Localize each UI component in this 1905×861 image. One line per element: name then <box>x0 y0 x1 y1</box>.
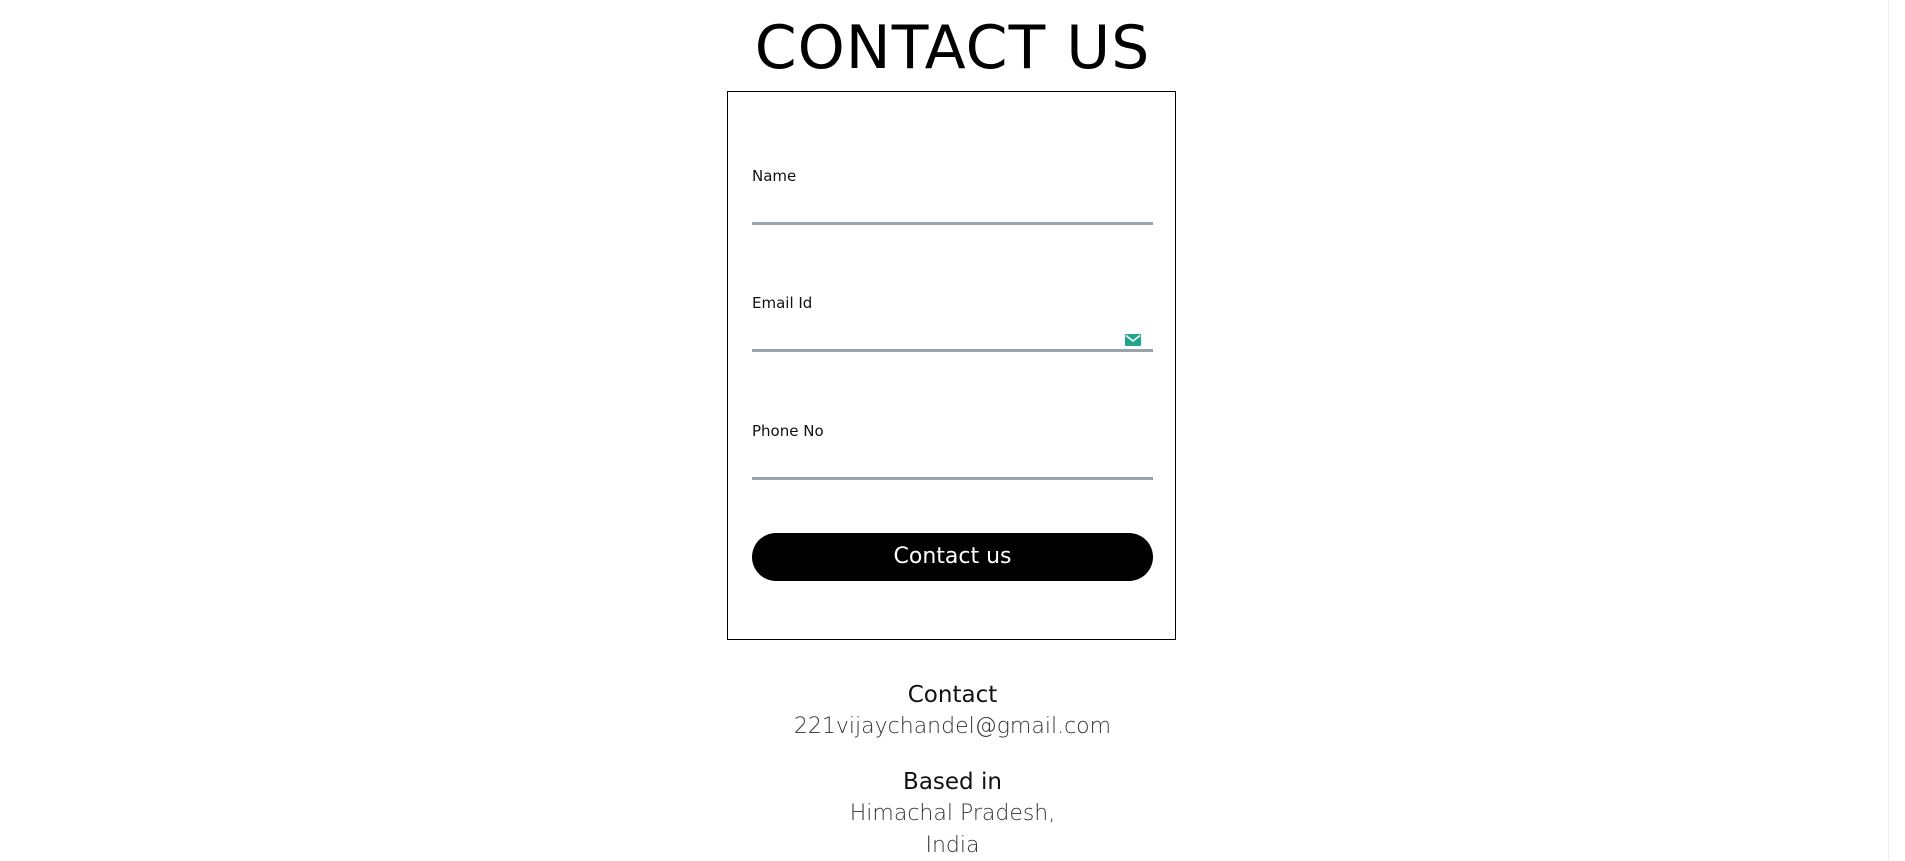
contact-info: Contact 221vijaychandel@gmail.com <box>0 679 1905 743</box>
contact-form: Name Email Id Phone No Contact us <box>727 91 1176 640</box>
phone-label: Phone No <box>752 422 824 440</box>
contact-heading: Contact <box>907 682 998 708</box>
email-input[interactable] <box>752 324 1153 352</box>
contact-email[interactable]: 221vijaychandel@gmail.com <box>0 711 1905 743</box>
scrollbar[interactable] <box>1888 0 1905 861</box>
page-title: CONTACT US <box>754 13 1151 83</box>
mail-icon <box>1125 331 1141 346</box>
phone-input[interactable] <box>752 452 1153 480</box>
name-input[interactable] <box>752 197 1153 225</box>
name-label: Name <box>752 167 797 185</box>
contact-us-button[interactable]: Contact us <box>752 533 1153 581</box>
location-line-1: Himachal Pradesh, <box>849 801 1056 826</box>
email-label: Email Id <box>752 294 813 312</box>
location-info: Based in Himachal Pradesh, India <box>0 766 1905 861</box>
location-line-2: India <box>925 833 980 858</box>
location-heading: Based in <box>903 769 1002 795</box>
page: CONTACT US Name Email Id Phone No Contac… <box>0 0 1905 861</box>
